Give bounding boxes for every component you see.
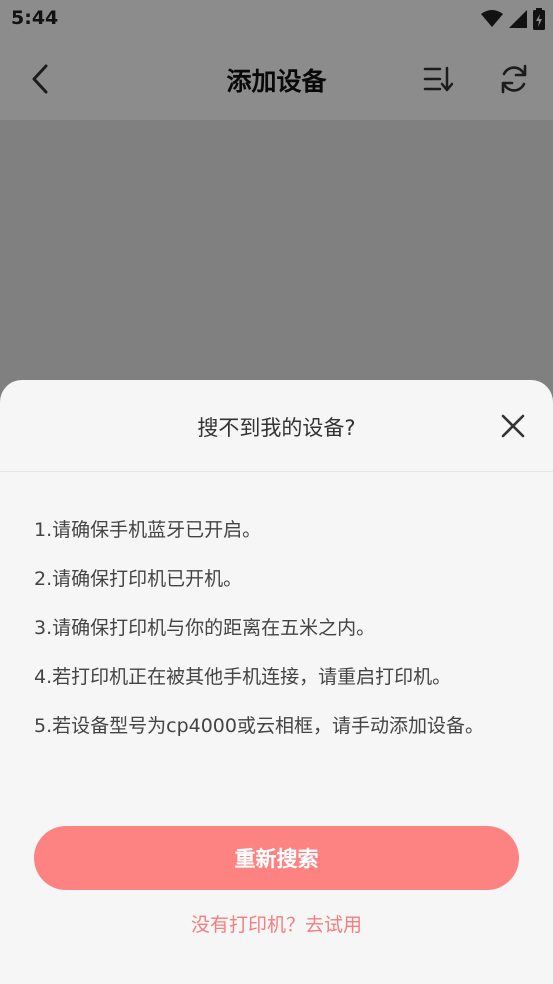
try-without-printer-link[interactable]: 没有打印机？去试用 [0, 910, 553, 937]
tip-item: 2.请确保打印机已开机。 [34, 568, 243, 590]
tip-item: 5.若设备型号为cp4000或云相框，请手动添加设备。 [34, 715, 484, 737]
help-bottom-sheet: 搜不到我的设备? 1.请确保手机蓝牙已开启。 2.请确保打印机已开机。 3.请确… [0, 380, 553, 984]
sheet-header: 搜不到我的设备? [0, 380, 553, 472]
tip-item: 4.若打印机正在被其他手机连接，请重启打印机。 [34, 666, 452, 688]
tip-item: 3.请确保打印机与你的距离在五米之内。 [34, 617, 376, 639]
search-again-button[interactable]: 重新搜索 [34, 826, 519, 890]
tip-item: 1.请确保手机蓝牙已开启。 [34, 519, 262, 541]
close-icon[interactable] [498, 411, 528, 441]
tips-list: 1.请确保手机蓝牙已开启。 2.请确保打印机已开机。 3.请确保打印机与你的距离… [34, 506, 524, 751]
sheet-title: 搜不到我的设备? [197, 416, 356, 440]
